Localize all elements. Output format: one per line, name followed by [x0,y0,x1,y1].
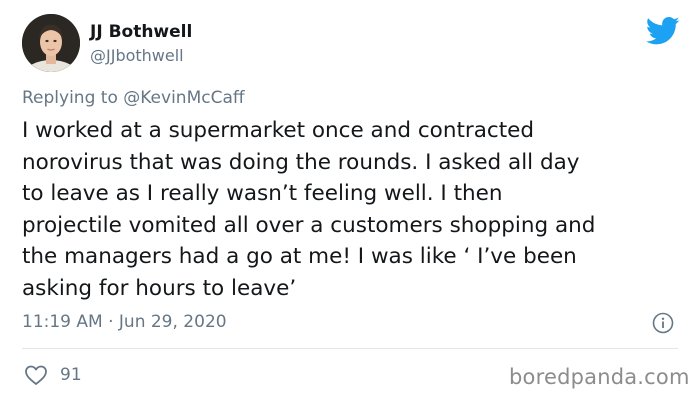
user-handle[interactable]: @JJbothwell [90,46,184,65]
reply-context: Replying to @KevinMcCaff [22,88,245,108]
like-count: 91 [60,365,82,385]
watermark: boredpanda.com [509,365,690,389]
reply-mention-link[interactable]: @KevinMcCaff [123,88,244,108]
info-icon[interactable] [652,312,674,334]
display-name[interactable]: JJ Bothwell [90,22,192,42]
avatar-photo [22,14,80,72]
avatar[interactable] [22,14,80,72]
tweet-text: I worked at a supermarket once and contr… [22,118,596,301]
heart-icon[interactable] [24,364,48,386]
twitter-bird-icon[interactable] [646,16,680,46]
divider [22,348,678,349]
tweet-timestamp[interactable]: 11:19 AM · Jun 29, 2020 [22,312,227,332]
reply-prefix: Replying to [22,88,118,108]
